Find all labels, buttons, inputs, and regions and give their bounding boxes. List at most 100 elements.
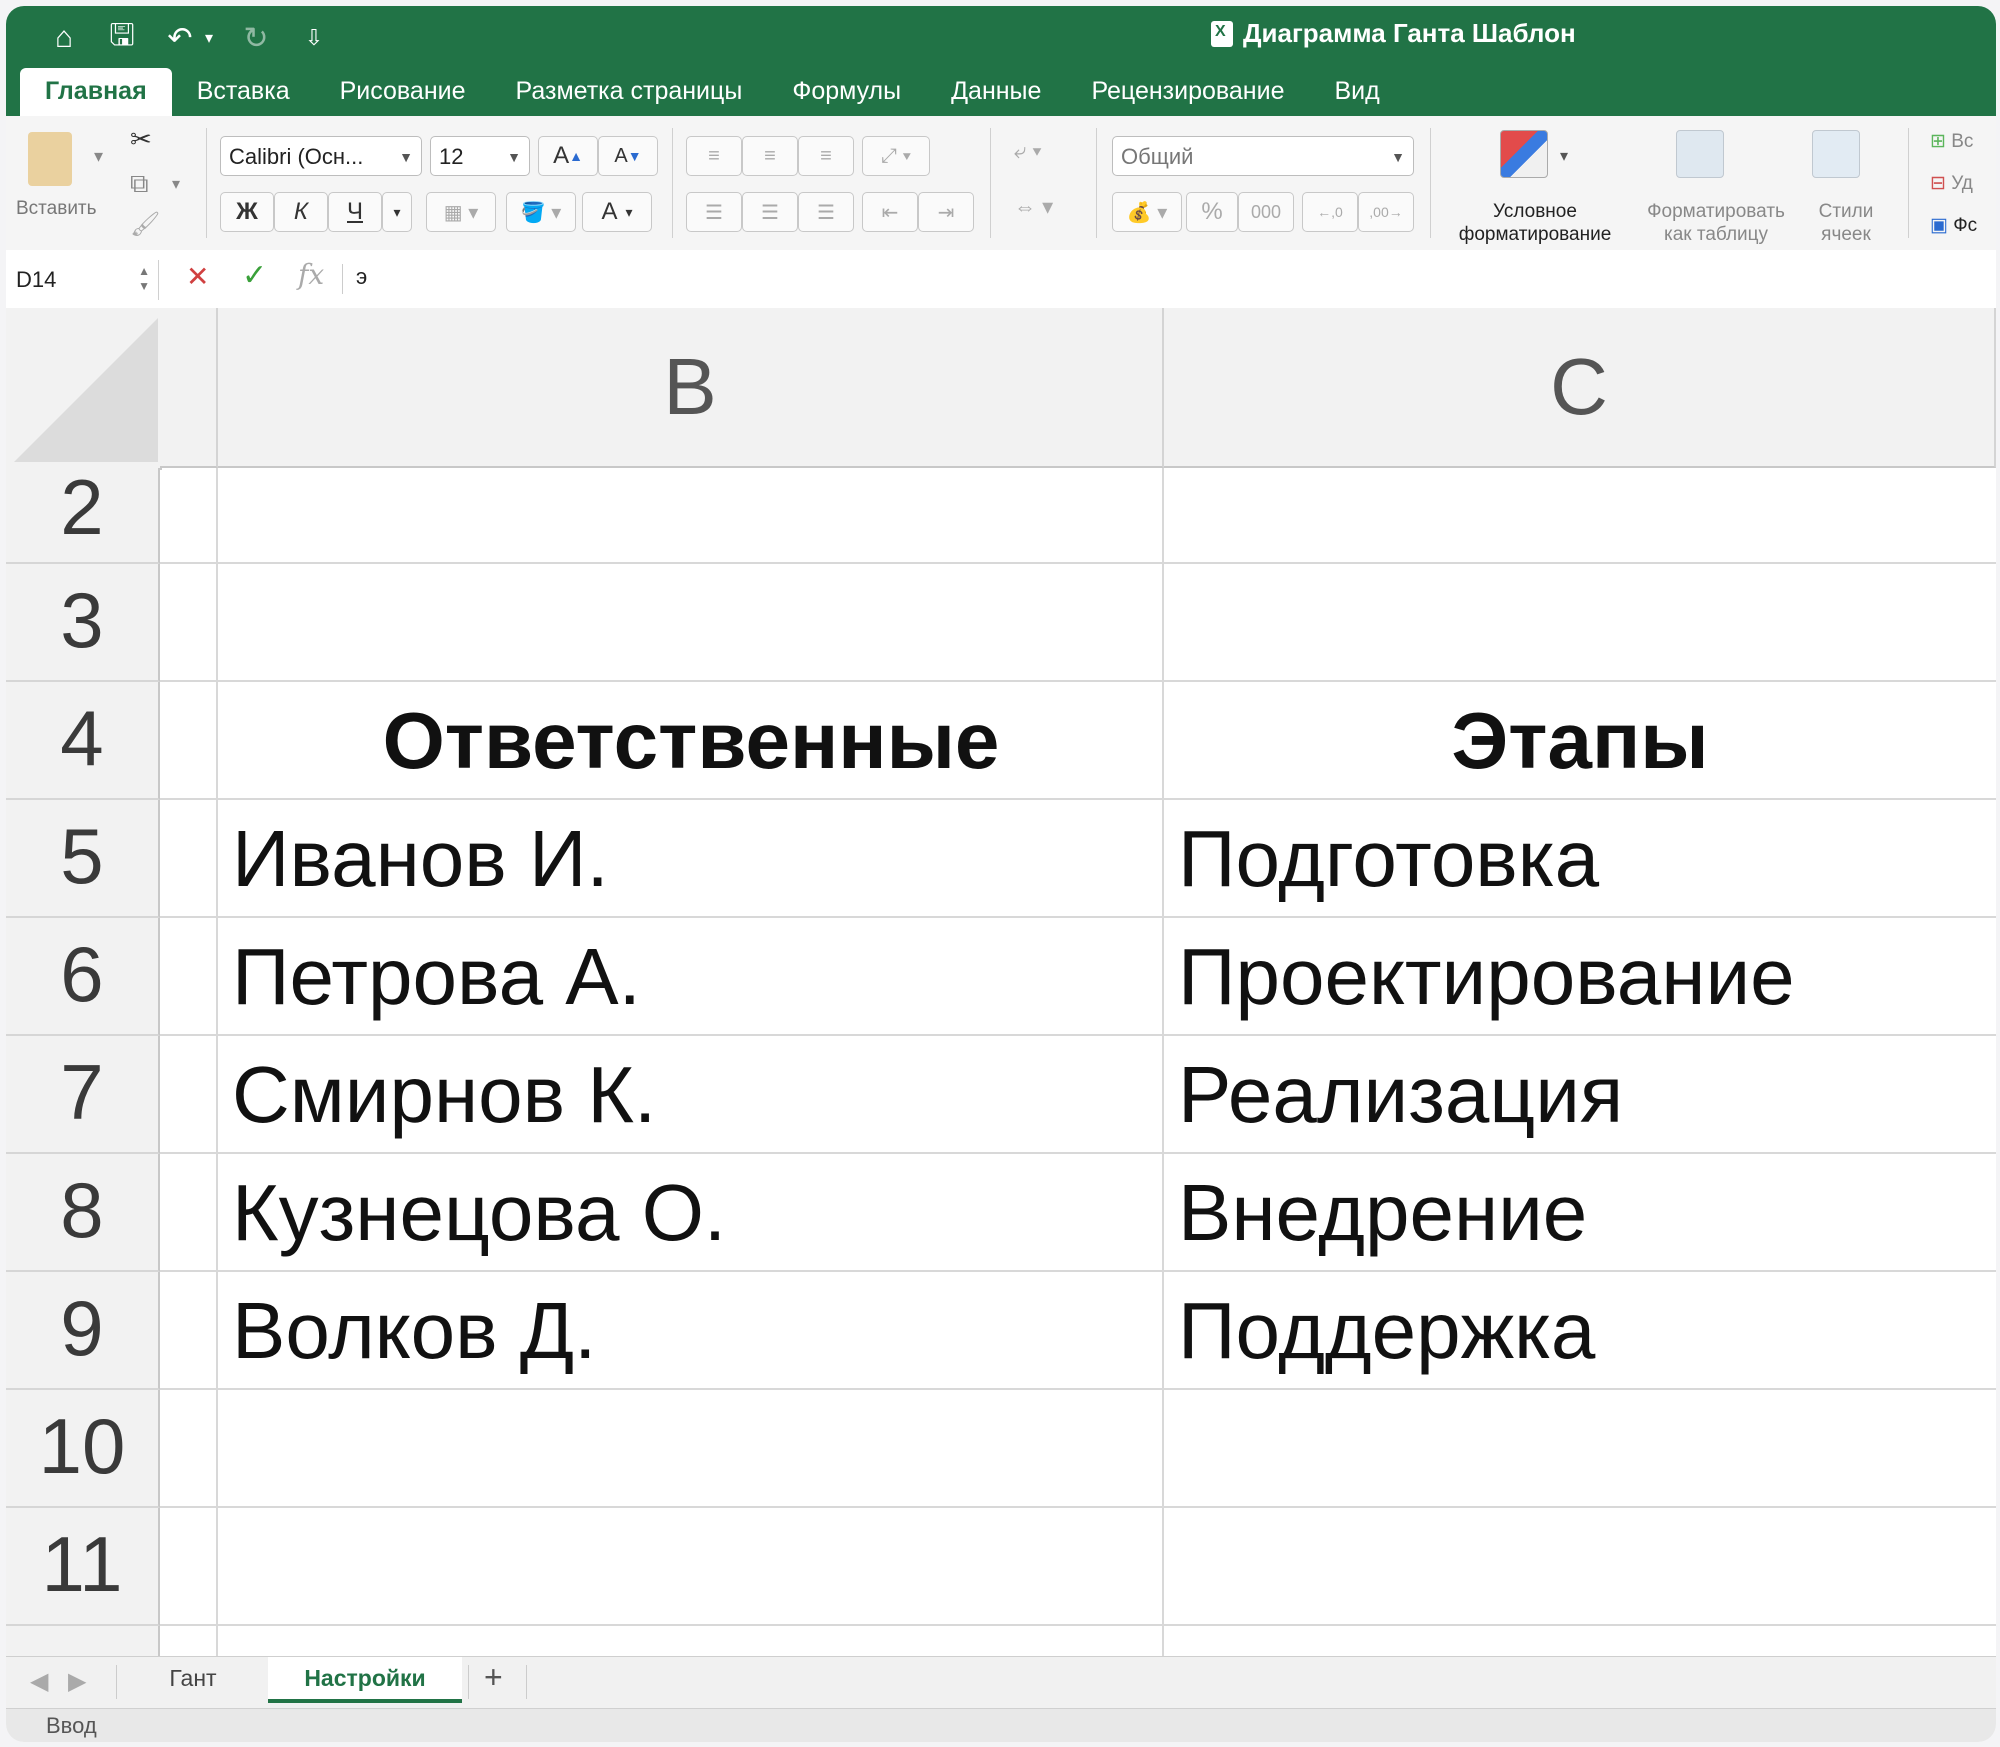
merge-cells-icon[interactable]: ⇔ ▾ <box>1014 194 1053 220</box>
row-header[interactable]: 7 <box>6 1036 160 1154</box>
sheet-tab-gantt[interactable]: Гант <box>118 1657 268 1703</box>
tab-formulas[interactable]: Формулы <box>767 68 926 116</box>
italic-button[interactable]: К <box>274 192 328 232</box>
cell-b9[interactable]: Волков Д. <box>232 1272 596 1390</box>
format-as-table-button[interactable]: Форматировать как таблицу <box>1632 200 1800 246</box>
percent-button[interactable]: % <box>1186 192 1238 232</box>
save-icon[interactable]: 🖫 <box>104 19 140 56</box>
tab-home[interactable]: Главная <box>20 68 172 116</box>
cell-c8[interactable]: Внедрение <box>1178 1154 1587 1272</box>
tab-data[interactable]: Данные <box>926 68 1066 116</box>
cancel-icon[interactable]: ✕ <box>186 260 209 293</box>
prev-sheet-icon[interactable]: ◀ <box>30 1667 48 1696</box>
row-header-partial[interactable] <box>6 1626 160 1656</box>
copy-dropdown-icon[interactable]: ▾ <box>172 174 180 194</box>
paste-dropdown-icon[interactable]: ▾ <box>94 146 103 167</box>
decrease-indent-icon[interactable]: ⇤ <box>862 192 918 232</box>
borders-button[interactable]: ▦ ▾ <box>426 192 496 232</box>
decrease-decimal-icon[interactable]: ,00→ <box>1358 192 1414 232</box>
bold-button[interactable]: Ж <box>220 192 274 232</box>
cell-b5[interactable]: Иванов И. <box>232 800 609 918</box>
column-header-c[interactable]: C <box>1164 308 1996 468</box>
align-top-icon[interactable]: ≡ <box>686 136 742 176</box>
cell-b7[interactable]: Смирнов К. <box>232 1036 656 1154</box>
insert-function-icon[interactable]: fx <box>298 258 324 291</box>
cut-icon[interactable]: ✂ <box>130 124 152 155</box>
wrap-text-icon[interactable]: ⤶ ▾ <box>1014 138 1042 164</box>
row-header[interactable]: 6 <box>6 918 160 1036</box>
quick-access-toolbar: ⌂ 🖫 ↶ ▾ ↻ ⇩ <box>46 16 332 60</box>
number-format-field[interactable]: Общий ▼ <box>1112 136 1414 176</box>
align-right-icon[interactable]: ☰ <box>798 192 854 232</box>
row-header[interactable]: 2 <box>6 468 160 564</box>
tab-page-layout[interactable]: Разметка страницы <box>491 68 768 116</box>
increase-indent-icon[interactable]: ⇥ <box>918 192 974 232</box>
cell-c7[interactable]: Реализация <box>1178 1036 1623 1154</box>
underline-button[interactable]: Ч <box>328 192 382 232</box>
tab-view[interactable]: Вид <box>1309 68 1404 116</box>
cell-b8[interactable]: Кузнецова О. <box>232 1154 726 1272</box>
customize-toolbar-icon[interactable]: ⇩ <box>296 20 332 56</box>
cell-styles-button[interactable]: Стили ячеек <box>1806 200 1886 246</box>
next-sheet-icon[interactable]: ▶ <box>68 1667 86 1696</box>
formula-input[interactable]: э <box>356 264 367 290</box>
orientation-icon[interactable]: ⤢ ▾ <box>862 136 930 176</box>
row-header[interactable]: 11 <box>6 1508 160 1626</box>
header-cell-stages[interactable]: Этапы <box>1164 682 1996 800</box>
format-as-table-icon[interactable] <box>1676 130 1724 178</box>
select-all-button[interactable] <box>6 308 162 470</box>
row-header[interactable]: 10 <box>6 1390 160 1508</box>
undo-dropdown-icon[interactable]: ▾ <box>202 20 216 56</box>
shrink-font-button[interactable]: A ▼ <box>598 136 658 176</box>
align-bottom-icon[interactable]: ≡ <box>798 136 854 176</box>
font-color-button[interactable]: A ▾ <box>582 192 652 232</box>
row-header[interactable]: 8 <box>6 1154 160 1272</box>
redo-icon[interactable]: ↻ <box>238 20 274 56</box>
paste-icon[interactable] <box>28 132 72 186</box>
align-left-icon[interactable]: ☰ <box>686 192 742 232</box>
underline-dropdown-icon[interactable]: ▾ <box>382 192 412 232</box>
conditional-formatting-button[interactable]: Условное форматирование <box>1446 200 1624 246</box>
undo-icon[interactable]: ↶ <box>162 20 198 56</box>
header-cell-responsible[interactable]: Ответственные <box>218 682 1164 800</box>
align-center-icon[interactable]: ☰ <box>742 192 798 232</box>
increase-decimal-icon[interactable]: ←,0 <box>1302 192 1358 232</box>
font-size-field[interactable]: 12 ▼ <box>430 136 530 176</box>
font-size-value: 12 <box>439 144 464 169</box>
chevron-down-icon[interactable]: ▾ <box>1560 146 1568 166</box>
delete-cells-button[interactable]: ⊟ Уд <box>1930 172 1996 195</box>
paste-button-label[interactable]: Вставить <box>16 198 97 220</box>
tab-review[interactable]: Рецензирование <box>1066 68 1309 116</box>
cell-b6[interactable]: Петрова А. <box>232 918 641 1036</box>
row-header[interactable]: 3 <box>6 564 160 682</box>
row-header[interactable]: 4 <box>6 682 160 800</box>
grow-font-button[interactable]: A ▲ <box>538 136 598 176</box>
enter-icon[interactable]: ✓ <box>242 258 267 293</box>
cell-c5[interactable]: Подготовка <box>1178 800 1599 918</box>
chevron-down-icon: ▼ <box>507 149 521 165</box>
column-header-a[interactable] <box>160 308 218 468</box>
currency-button[interactable]: 💰 ▾ <box>1112 192 1182 232</box>
fill-color-button[interactable]: 🪣 ▾ <box>506 192 576 232</box>
column-header-b[interactable]: B <box>218 308 1164 468</box>
tab-insert[interactable]: Вставка <box>172 68 315 116</box>
home-icon[interactable]: ⌂ <box>46 20 82 56</box>
thousands-button[interactable]: 000 <box>1238 192 1294 232</box>
cell-c6[interactable]: Проектирование <box>1178 918 1795 1036</box>
row-header[interactable]: 5 <box>6 800 160 918</box>
add-sheet-button[interactable]: + <box>484 1659 503 1696</box>
align-middle-icon[interactable]: ≡ <box>742 136 798 176</box>
format-painter-icon[interactable]: 🖌 <box>130 210 160 239</box>
format-cells-button[interactable]: ▣ Фс <box>1930 214 1996 237</box>
tab-draw[interactable]: Рисование <box>315 68 491 116</box>
font-name-field[interactable]: Calibri (Осн... ▼ <box>220 136 422 176</box>
cell-c9[interactable]: Поддержка <box>1178 1272 1595 1390</box>
conditional-formatting-icon[interactable] <box>1500 130 1548 178</box>
row-header[interactable]: 9 <box>6 1272 160 1390</box>
name-box[interactable]: D14 ▲ ▼ <box>16 260 159 300</box>
cell-styles-icon[interactable] <box>1812 130 1860 178</box>
sheet-tab-settings[interactable]: Настройки <box>268 1657 462 1703</box>
ribbon-separator <box>206 128 207 238</box>
insert-cells-button[interactable]: ⊞ Вс <box>1930 130 1996 153</box>
copy-icon[interactable]: ⧉ <box>130 168 149 200</box>
